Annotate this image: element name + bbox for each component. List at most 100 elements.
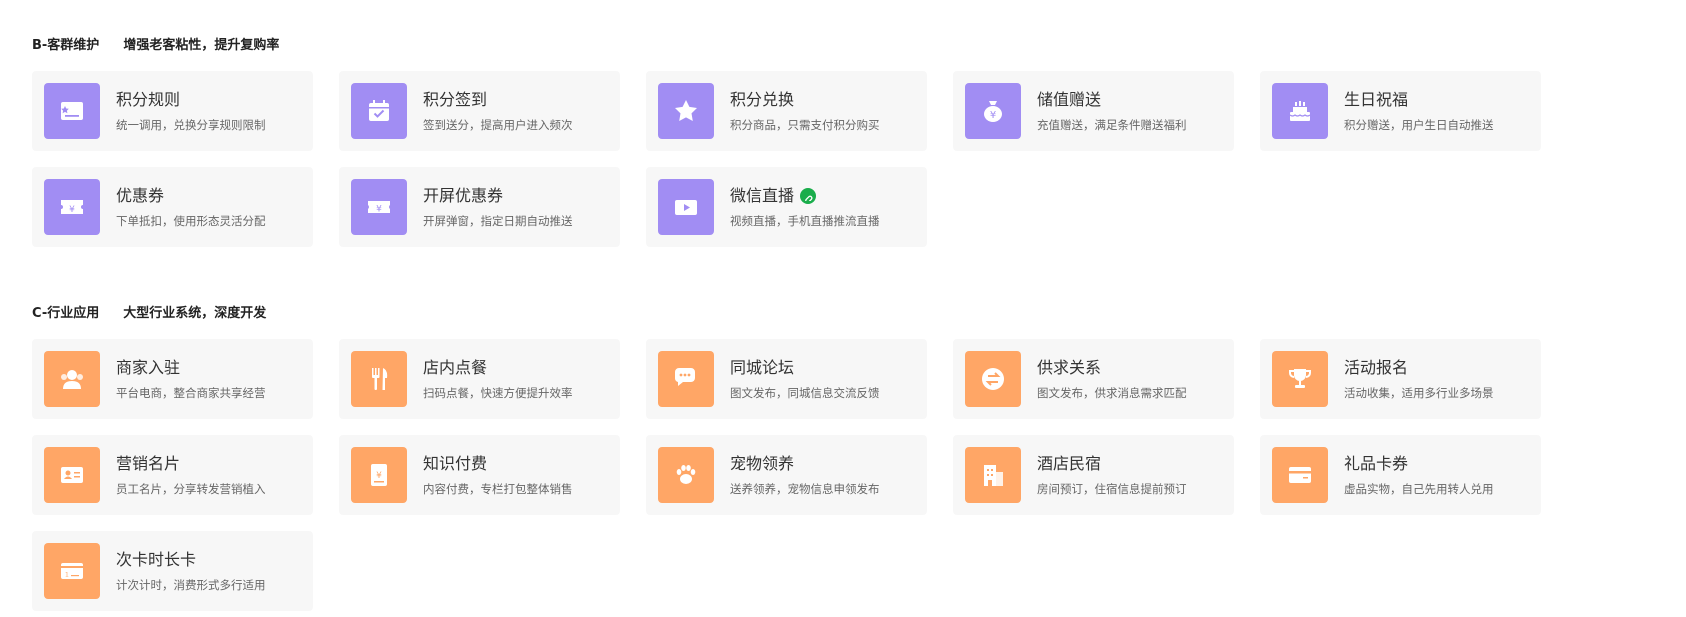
feature-card[interactable]: 礼品卡券虚品实物，自己先用转人兑用 bbox=[1260, 435, 1541, 515]
trophy-icon bbox=[1272, 351, 1328, 407]
svg-text:1: 1 bbox=[65, 572, 69, 579]
feature-title: 同城论坛 bbox=[730, 358, 880, 378]
feature-card[interactable]: 活动报名 活动收集，适用多行业多场景 bbox=[1260, 339, 1541, 419]
section-b-code: B-客群维护 bbox=[32, 38, 100, 53]
feature-title-label: 礼品卡券 bbox=[1344, 454, 1409, 473]
time-card-icon: 1 bbox=[44, 543, 100, 599]
feature-text: 礼品卡券虚品实物，自己先用转人兑用 bbox=[1344, 454, 1494, 496]
feature-card[interactable]: 积分规则 统一调用，兑换分享规则限制 bbox=[32, 71, 313, 151]
chat-bubbles-icon bbox=[658, 351, 714, 407]
feature-text: 宠物领养 送养领养，宠物信息申领发布 bbox=[730, 454, 880, 496]
feature-title: 次卡时长卡 bbox=[116, 550, 266, 570]
feature-card[interactable]: ¥ 优惠券 下单抵扣，使用形态灵活分配 bbox=[32, 167, 313, 247]
money-bag-icon: ¥ bbox=[965, 83, 1021, 139]
feature-title-label: 知识付费 bbox=[423, 454, 488, 473]
feature-card[interactable]: 酒店民宿 房间预订，住宿信息提前预订 bbox=[953, 435, 1234, 515]
feature-card[interactable]: 商家入驻平台电商，整合商家共享经营 bbox=[32, 339, 313, 419]
svg-text:¥: ¥ bbox=[69, 205, 75, 215]
feature-text: 积分签到签到送分，提高用户进入频次 bbox=[423, 90, 573, 132]
feature-title: 开屏优惠券 bbox=[423, 186, 573, 206]
feature-title-label: 微信直播 bbox=[730, 186, 795, 205]
video-icon bbox=[658, 179, 714, 235]
feature-card[interactable]: 供求关系 图文发布，供求消息需求匹配 bbox=[953, 339, 1234, 419]
paid-document-icon: ¥ bbox=[351, 447, 407, 503]
feature-title: 储值赠送 bbox=[1037, 90, 1187, 110]
feature-title-label: 活动报名 bbox=[1344, 358, 1409, 377]
feature-card[interactable]: ¥ 知识付费内容付费，专栏打包整体销售 bbox=[339, 435, 620, 515]
feature-text: 积分规则 统一调用，兑换分享规则限制 bbox=[116, 90, 266, 132]
feature-text: 次卡时长卡计次计时，消费形式多行适用 bbox=[116, 550, 266, 592]
feature-description: 员工名片，分享转发营销植入 bbox=[116, 482, 266, 496]
feature-title-label: 同城论坛 bbox=[730, 358, 795, 377]
feature-title: 商家入驻 bbox=[116, 358, 266, 378]
feature-card[interactable]: 1 次卡时长卡计次计时，消费形式多行适用 bbox=[32, 531, 313, 611]
feature-description: 视频直播，手机直播推流直播 bbox=[730, 214, 880, 228]
feature-title-label: 次卡时长卡 bbox=[116, 550, 197, 569]
feature-title: 宠物领养 bbox=[730, 454, 880, 474]
feature-title-label: 营销名片 bbox=[116, 454, 181, 473]
feature-card[interactable]: 积分兑换 积分商品，只需支付积分购买 bbox=[646, 71, 927, 151]
id-card-icon bbox=[44, 447, 100, 503]
feature-title-label: 积分签到 bbox=[423, 90, 488, 109]
svg-text:¥: ¥ bbox=[376, 205, 382, 215]
feature-title: 活动报名 bbox=[1344, 358, 1494, 378]
feature-title-label: 储值赠送 bbox=[1037, 90, 1102, 109]
page: B-客群维护 增强老客粘性，提升复购率 积分规则 统一调用，兑换分享规则限制 积分签… bbox=[0, 0, 1686, 617]
exchange-icon bbox=[965, 351, 1021, 407]
feature-description: 统一调用，兑换分享规则限制 bbox=[116, 118, 266, 132]
feature-card[interactable]: 同城论坛图文发布，同城信息交流反馈 bbox=[646, 339, 927, 419]
feature-title: 积分兑换 bbox=[730, 90, 880, 110]
feature-text: 营销名片员工名片，分享转发营销植入 bbox=[116, 454, 266, 496]
feature-card[interactable]: 生日祝福积分赠送，用户生日自动推送 bbox=[1260, 71, 1541, 151]
feature-title: 微信直播 bbox=[730, 186, 880, 206]
feature-title-label: 开屏优惠券 bbox=[423, 186, 504, 205]
feature-title: 积分签到 bbox=[423, 90, 573, 110]
link-icon bbox=[800, 188, 817, 204]
feature-card[interactable]: 微信直播视频直播，手机直播推流直播 bbox=[646, 167, 927, 247]
feature-card[interactable]: 积分签到签到送分，提高用户进入频次 bbox=[339, 71, 620, 151]
svg-text:¥: ¥ bbox=[990, 110, 996, 121]
feature-title-label: 商家入驻 bbox=[116, 358, 181, 377]
section-b-header: B-客群维护 增强老客粘性，提升复购率 bbox=[32, 34, 279, 53]
feature-description: 图文发布，供求消息需求匹配 bbox=[1037, 386, 1187, 400]
feature-card[interactable]: 营销名片员工名片，分享转发营销植入 bbox=[32, 435, 313, 515]
feature-text: 知识付费内容付费，专栏打包整体销售 bbox=[423, 454, 573, 496]
feature-description: 内容付费，专栏打包整体销售 bbox=[423, 482, 573, 496]
feature-card[interactable]: 店内点餐 扫码点餐，快速方便提升效率 bbox=[339, 339, 620, 419]
feature-title: 营销名片 bbox=[116, 454, 266, 474]
feature-text: 酒店民宿 房间预订，住宿信息提前预订 bbox=[1037, 454, 1187, 496]
feature-title-label: 生日祝福 bbox=[1344, 90, 1409, 109]
feature-text: 储值赠送充值赠送，满足条件赠送福利 bbox=[1037, 90, 1187, 132]
feature-title-label: 积分兑换 bbox=[730, 90, 795, 109]
paw-icon bbox=[658, 447, 714, 503]
feature-title-label: 宠物领养 bbox=[730, 454, 795, 473]
feature-description: 积分赠送，用户生日自动推送 bbox=[1344, 118, 1494, 132]
feature-description: 房间预订，住宿信息提前预订 bbox=[1037, 482, 1187, 496]
feature-card[interactable]: ¥ 储值赠送充值赠送，满足条件赠送福利 bbox=[953, 71, 1234, 151]
feature-text: 微信直播视频直播，手机直播推流直播 bbox=[730, 186, 880, 228]
feature-title-label: 店内点餐 bbox=[423, 358, 488, 377]
feature-title: 知识付费 bbox=[423, 454, 573, 474]
feature-description: 签到送分，提高用户进入频次 bbox=[423, 118, 573, 132]
coupon-icon: ¥ bbox=[44, 179, 100, 235]
ticket-yen-icon: ¥ bbox=[351, 179, 407, 235]
star-icon bbox=[658, 83, 714, 139]
feature-text: 商家入驻平台电商，整合商家共享经营 bbox=[116, 358, 266, 400]
feature-card[interactable]: ¥ 开屏优惠券 开屏弹窗，指定日期自动推送 bbox=[339, 167, 620, 247]
calendar-check-icon bbox=[351, 83, 407, 139]
section-c-grid: 商家入驻平台电商，整合商家共享经营 店内点餐 扫码点餐，快速方便提升效率 同城论坛图文… bbox=[32, 339, 1541, 611]
feature-description: 平台电商，整合商家共享经营 bbox=[116, 386, 266, 400]
points-rule-icon bbox=[44, 83, 100, 139]
feature-text: 同城论坛图文发布，同城信息交流反馈 bbox=[730, 358, 880, 400]
birthday-cake-icon bbox=[1272, 83, 1328, 139]
feature-title: 礼品卡券 bbox=[1344, 454, 1494, 474]
feature-description: 虚品实物，自己先用转人兑用 bbox=[1344, 482, 1494, 496]
feature-description: 充值赠送，满足条件赠送福利 bbox=[1037, 118, 1187, 132]
feature-description: 计次计时，消费形式多行适用 bbox=[116, 578, 266, 592]
feature-card[interactable]: 宠物领养 送养领养，宠物信息申领发布 bbox=[646, 435, 927, 515]
feature-title: 店内点餐 bbox=[423, 358, 573, 378]
section-c-code: C-行业应用 bbox=[32, 306, 100, 321]
feature-text: 供求关系 图文发布，供求消息需求匹配 bbox=[1037, 358, 1187, 400]
feature-text: 积分兑换 积分商品，只需支付积分购买 bbox=[730, 90, 880, 132]
feature-description: 图文发布，同城信息交流反馈 bbox=[730, 386, 880, 400]
